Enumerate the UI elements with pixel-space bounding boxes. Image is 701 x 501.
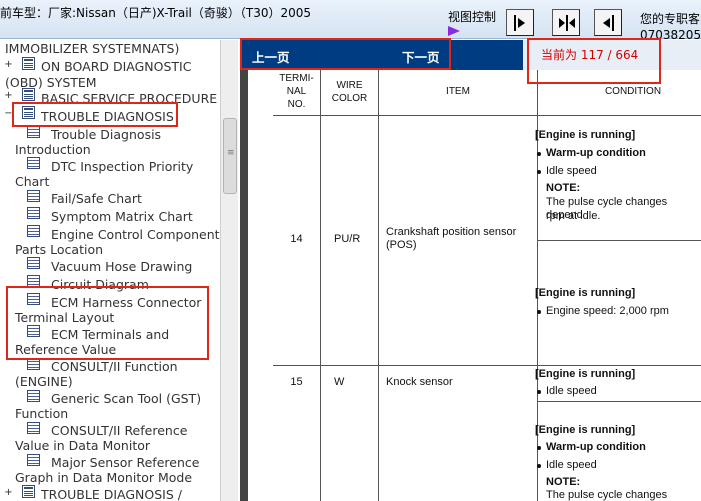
document-left-border — [240, 70, 248, 501]
header-terminal-line: NO. — [287, 99, 306, 110]
bullet-icon — [537, 446, 541, 450]
top-header-bar: 前车型：厂家:Nissan（日产)X-Trail（奇骏）（T30）2005 视图… — [0, 0, 701, 42]
condition-note: NOTE: — [546, 182, 581, 194]
page-icon — [27, 454, 40, 466]
view-right-panel-button[interactable] — [594, 9, 622, 36]
condition-bullet: Engine speed: 2,000 rpm — [546, 305, 669, 317]
row-terminal: 15 — [290, 376, 303, 388]
tree-item-consult-reference[interactable]: CONSULT/II Reference — [51, 423, 187, 439]
tree-item-trouble-intro-cont[interactable]: Introduction — [15, 142, 91, 158]
tree-item-generic-scan-cont[interactable]: Function — [15, 406, 68, 422]
tree-item-failsafe[interactable]: Fail/Safe Chart — [51, 191, 142, 207]
condition-state: [Engine is running] — [535, 287, 636, 299]
view-left-panel-button[interactable] — [506, 9, 534, 36]
header-wire-color: WIRE COLOR — [321, 79, 378, 105]
page-icon — [27, 207, 40, 219]
header-item: ITEM — [446, 86, 470, 97]
header-condition: CONDITION — [604, 86, 662, 97]
ecm-terminal-table: TERMI- NAL NO. WIRE COLOR ITEM CONDITION… — [273, 70, 701, 501]
row-item: Knock sensor — [386, 376, 453, 388]
tree-item-major-sensor-cont[interactable]: Graph in Data Monitor Mode — [15, 470, 192, 486]
condition-note-text: The pulse cycle changes depend — [546, 489, 668, 501]
page-icon — [27, 190, 40, 202]
tree-item-engine-control[interactable]: Engine Control Component — [51, 227, 220, 243]
condition-note-text: rpm at idle. — [546, 210, 601, 222]
expand-icon[interactable]: + — [4, 91, 13, 101]
page-icon — [27, 225, 40, 237]
tree-item-obd[interactable]: ON BOARD DIAGNOSTIC — [41, 59, 191, 75]
expand-icon[interactable]: + — [4, 488, 13, 498]
condition-bullet: Idle speed — [546, 165, 597, 177]
page-icon — [27, 257, 40, 269]
tree-item-immobilizer[interactable]: IMMOBILIZER SYSTEMNATS) — [5, 41, 179, 57]
row-terminal: 14 — [290, 233, 303, 245]
table-rule — [378, 70, 379, 501]
annotation-box-trouble-diagnosis — [12, 102, 178, 127]
bullet-icon — [537, 390, 541, 394]
tree-item-obd-cont[interactable]: (OBD) SYSTEM — [5, 75, 97, 91]
tree-item-major-sensor[interactable]: Major Sensor Reference — [51, 455, 199, 471]
page-icon — [27, 157, 40, 169]
split-arrows-icon — [559, 15, 575, 31]
condition-bullet: Warm-up condition — [546, 441, 646, 453]
header-wire-line: COLOR — [331, 93, 368, 104]
table-rule — [273, 365, 701, 366]
panel-right-arrow-icon — [514, 15, 525, 31]
tree-item-vacuum-hose[interactable]: Vacuum Hose Drawing — [51, 259, 192, 275]
table-rule — [320, 70, 321, 501]
bullet-icon — [537, 170, 541, 174]
header-terminal-line: NAL — [286, 86, 307, 97]
bullet-icon — [537, 152, 541, 156]
bullet-icon — [537, 310, 541, 314]
view-split-button[interactable] — [552, 9, 580, 36]
bullet-icon — [537, 464, 541, 468]
header-terminal: TERMI- NAL NO. — [273, 72, 320, 111]
tree-item-consult-function-cont[interactable]: (ENGINE) — [15, 374, 73, 390]
page-icon — [27, 390, 40, 402]
table-rule — [537, 401, 701, 402]
table-rule — [273, 115, 701, 116]
condition-note: NOTE: — [546, 476, 581, 488]
tree-item-symptom-matrix[interactable]: Symptom Matrix Chart — [51, 209, 193, 225]
tree-item-consult-function[interactable]: CONSULT/II Function — [51, 359, 178, 375]
tree-item-engine-control-cont[interactable]: Parts Location — [15, 242, 103, 258]
table-rule — [537, 240, 701, 241]
condition-bullet: Idle speed — [546, 385, 597, 397]
condition-bullet: Warm-up condition — [546, 147, 646, 159]
row-item: Crankshaft position sensor — [386, 226, 517, 238]
view-control-label: 视图控制 — [448, 10, 497, 24]
condition-state: [Engine is running] — [535, 129, 636, 141]
tree-item-dtc-priority[interactable]: DTC Inspection Priority — [51, 159, 193, 175]
header-wire-line: WIRE — [336, 80, 363, 91]
tree-item-trouble-intro[interactable]: Trouble Diagnosis — [51, 127, 161, 143]
annotation-box-page-nav — [240, 38, 451, 70]
document-viewer: TERMI- NAL NO. WIRE COLOR ITEM CONDITION… — [240, 70, 701, 501]
scrollbar-thumb[interactable]: ≡ — [223, 118, 237, 194]
condition-state: [Engine is running] — [535, 368, 636, 380]
tree-item-trouble-diagnosis-2[interactable]: TROUBLE DIAGNOSIS / — [41, 487, 182, 501]
tree-item-consult-reference-cont[interactable]: Value in Data Monitor — [15, 438, 150, 454]
tree-item-dtc-priority-cont[interactable]: Chart — [15, 174, 49, 190]
expand-icon[interactable]: + — [4, 60, 13, 70]
tree-item-generic-scan[interactable]: Generic Scan Tool (GST) — [51, 391, 201, 407]
row-wire-color: PU/R — [334, 233, 361, 245]
page-icon — [27, 126, 40, 138]
annotation-box-page-indicator — [527, 38, 661, 84]
page-icon — [27, 422, 40, 434]
grip-icon: ≡ — [227, 148, 235, 158]
tree-scrollbar[interactable]: ≡ — [220, 40, 238, 501]
panel-left-arrow-icon — [603, 15, 614, 31]
row-wire-color: W — [334, 376, 345, 388]
condition-bullet: Idle speed — [546, 459, 597, 471]
view-marker-arrow-icon — [448, 26, 460, 36]
book-icon — [22, 88, 35, 101]
vehicle-title: 前车型：厂家:Nissan（日产)X-Trail（奇骏）（T30）2005 — [0, 6, 312, 20]
book-icon — [22, 485, 35, 498]
condition-state: [Engine is running] — [535, 424, 636, 436]
header-terminal-line: TERMI- — [279, 73, 314, 84]
book-icon — [22, 57, 35, 70]
annotation-box-ecm-items — [6, 286, 209, 360]
consultant-label: 您的专职客 — [640, 12, 701, 26]
row-item-cont: (POS) — [386, 239, 417, 251]
